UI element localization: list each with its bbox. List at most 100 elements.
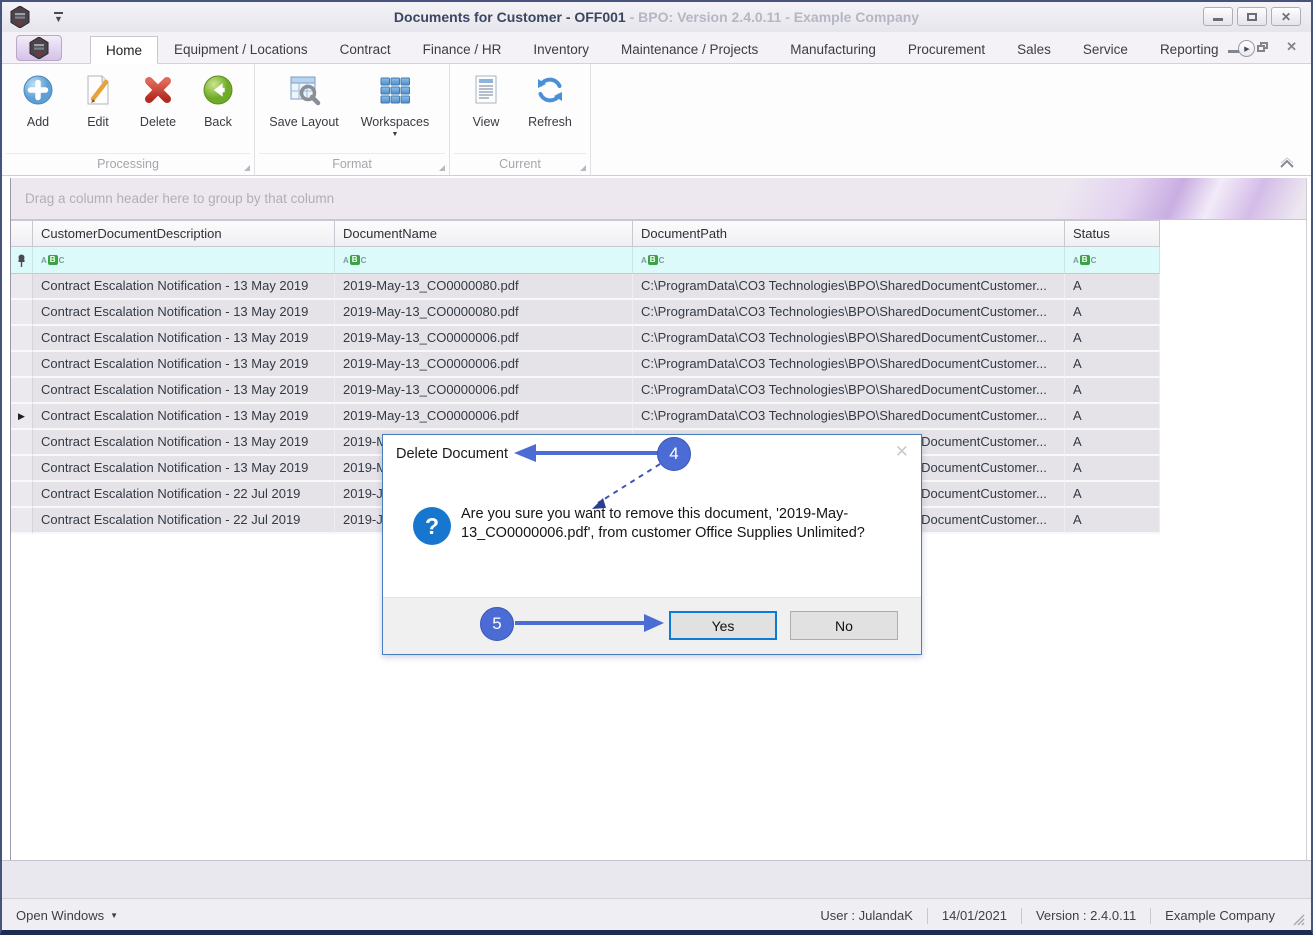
cell-documentname[interactable]: 2019-May-13_CO0000080.pdf bbox=[335, 274, 633, 300]
cell-documentname[interactable]: 2019-May-13_CO0000006.pdf bbox=[335, 378, 633, 404]
ribbon-tab[interactable]: Home bbox=[90, 36, 159, 64]
cell-status[interactable]: A bbox=[1065, 378, 1160, 404]
close-icon: ✕ bbox=[1280, 9, 1292, 24]
ribbon-tab[interactable]: Manufacturing bbox=[774, 36, 892, 63]
tab-label: Reporting bbox=[1159, 42, 1219, 57]
cell-description[interactable]: Contract Escalation Notification - 13 Ma… bbox=[33, 404, 335, 430]
refresh-button[interactable]: Refresh bbox=[520, 69, 580, 153]
cell-documentpath[interactable]: C:\ProgramData\CO3 Technologies\BPO\Shar… bbox=[633, 300, 1065, 326]
cell-description[interactable]: Contract Escalation Notification - 22 Ju… bbox=[33, 482, 335, 508]
delete-button[interactable]: Delete bbox=[132, 69, 184, 153]
cell-status[interactable]: A bbox=[1065, 508, 1160, 534]
edit-button[interactable]: Edit bbox=[72, 69, 124, 153]
table-row[interactable]: Contract Escalation Notification - 13 Ma… bbox=[11, 274, 1160, 300]
save-layout-button[interactable]: Save Layout bbox=[265, 69, 343, 153]
dialog-close-icon[interactable]: ✕ bbox=[895, 442, 909, 462]
filter-input-description[interactable]: ABC bbox=[33, 247, 335, 274]
column-header-customerdocumentdescription[interactable]: CustomerDocumentDescription bbox=[33, 220, 335, 247]
minimize-icon bbox=[1228, 49, 1240, 53]
view-button[interactable]: View bbox=[460, 69, 512, 153]
child-minimize-button[interactable] bbox=[1228, 40, 1240, 54]
cell-description[interactable]: Contract Escalation Notification - 13 Ma… bbox=[33, 378, 335, 404]
cell-documentpath[interactable]: C:\ProgramData\CO3 Technologies\BPO\Shar… bbox=[633, 326, 1065, 352]
ribbon-tab[interactable]: Reporting bbox=[1144, 36, 1235, 63]
resize-grip-icon[interactable] bbox=[1292, 913, 1305, 926]
yes-button[interactable]: Yes bbox=[669, 611, 777, 640]
child-close-button[interactable]: ✕ bbox=[1286, 39, 1297, 54]
cell-status[interactable]: A bbox=[1065, 404, 1160, 430]
column-header-status[interactable]: Status bbox=[1065, 220, 1160, 247]
cell-documentpath[interactable]: C:\ProgramData\CO3 Technologies\BPO\Shar… bbox=[633, 404, 1065, 430]
tab-label: Procurement bbox=[907, 42, 986, 57]
add-icon bbox=[23, 75, 53, 105]
cell-description[interactable]: Contract Escalation Notification - 13 Ma… bbox=[33, 300, 335, 326]
status-date: 14/01/2021 bbox=[941, 908, 1007, 923]
filter-input-documentname[interactable]: ABC bbox=[335, 247, 633, 274]
cell-status[interactable]: A bbox=[1065, 456, 1160, 482]
cell-status[interactable]: A bbox=[1065, 482, 1160, 508]
cell-documentname[interactable]: 2019-May-13_CO0000006.pdf bbox=[335, 326, 633, 352]
cell-description[interactable]: Contract Escalation Notification - 13 Ma… bbox=[33, 456, 335, 482]
filter-input-status[interactable]: ABC bbox=[1065, 247, 1160, 274]
cell-description[interactable]: Contract Escalation Notification - 13 Ma… bbox=[33, 430, 335, 456]
ribbon-tabs: Home Equipment / Locations Contract Fina… bbox=[90, 36, 1235, 64]
ribbon-tab[interactable]: Contract bbox=[324, 36, 407, 63]
cell-status[interactable]: A bbox=[1065, 352, 1160, 378]
table-row[interactable]: Contract Escalation Notification - 13 Ma… bbox=[11, 326, 1160, 352]
ribbon-tab[interactable]: Maintenance / Projects bbox=[605, 36, 774, 63]
ribbon-tab[interactable]: Equipment / Locations bbox=[158, 36, 324, 63]
ribbon-tab[interactable]: Service bbox=[1067, 36, 1144, 63]
cell-documentname[interactable]: 2019-May-13_CO0000080.pdf bbox=[335, 300, 633, 326]
annotation-step-5: 5 bbox=[480, 607, 514, 641]
table-row[interactable]: Contract Escalation Notification - 13 Ma… bbox=[11, 300, 1160, 326]
cell-status[interactable]: A bbox=[1065, 326, 1160, 352]
filter-input-documentpath[interactable]: ABC bbox=[633, 247, 1065, 274]
cell-description[interactable]: Contract Escalation Notification - 13 Ma… bbox=[33, 326, 335, 352]
ribbon-tab[interactable]: Finance / HR bbox=[407, 36, 518, 63]
cell-status[interactable]: A bbox=[1065, 300, 1160, 326]
column-header-documentpath[interactable]: DocumentPath bbox=[633, 220, 1065, 247]
filter-pin-cell[interactable] bbox=[11, 247, 33, 274]
ribbon: Add Edit Delete Back Processing Save Lay… bbox=[2, 64, 1311, 176]
filter-pin-icon bbox=[18, 254, 25, 267]
cell-description[interactable]: Contract Escalation Notification - 22 Ju… bbox=[33, 508, 335, 534]
cell-documentpath[interactable]: C:\ProgramData\CO3 Technologies\BPO\Shar… bbox=[633, 352, 1065, 378]
no-button[interactable]: No bbox=[790, 611, 898, 640]
add-button[interactable]: Add bbox=[12, 69, 64, 153]
minimize-button[interactable] bbox=[1203, 7, 1233, 26]
delete-document-dialog: Delete Document ✕ ? Are you sure you wan… bbox=[382, 434, 922, 655]
group-by-bar[interactable]: Drag a column header here to group by th… bbox=[11, 178, 1306, 220]
ribbon-tab-row: Home Equipment / Locations Contract Fina… bbox=[2, 32, 1311, 64]
cell-description[interactable]: Contract Escalation Notification - 13 Ma… bbox=[33, 352, 335, 378]
table-row[interactable]: Contract Escalation Notification - 13 Ma… bbox=[11, 378, 1160, 404]
table-row[interactable]: ▶ Contract Escalation Notification - 13 … bbox=[11, 404, 1160, 430]
collapse-ribbon-icon[interactable] bbox=[1279, 157, 1295, 169]
tab-label: Home bbox=[106, 42, 143, 58]
application-menu-button[interactable] bbox=[16, 35, 62, 61]
quick-access-dropdown-icon[interactable]: ▼ bbox=[54, 11, 63, 23]
cell-documentpath[interactable]: C:\ProgramData\CO3 Technologies\BPO\Shar… bbox=[633, 274, 1065, 300]
ribbon-tab[interactable]: Inventory bbox=[517, 36, 605, 63]
cell-documentpath[interactable]: C:\ProgramData\CO3 Technologies\BPO\Shar… bbox=[633, 378, 1065, 404]
row-indicator: ▶ bbox=[11, 404, 33, 430]
close-button[interactable]: ✕ bbox=[1271, 7, 1301, 26]
cell-documentname[interactable]: 2019-May-13_CO0000006.pdf bbox=[335, 404, 633, 430]
ribbon-tab[interactable]: Sales bbox=[1001, 36, 1067, 63]
status-separator bbox=[926, 907, 928, 924]
status-bar: Open Windows ▼ User : JulandaK 14/01/202… bbox=[2, 898, 1311, 930]
table-row[interactable]: Contract Escalation Notification - 13 Ma… bbox=[11, 352, 1160, 378]
back-button[interactable]: Back bbox=[192, 69, 244, 153]
maximize-button[interactable] bbox=[1237, 7, 1267, 26]
cell-status[interactable]: A bbox=[1065, 430, 1160, 456]
cell-description[interactable]: Contract Escalation Notification - 13 Ma… bbox=[33, 274, 335, 300]
ribbon-tab[interactable]: Procurement bbox=[892, 36, 1001, 63]
child-restore-button[interactable] bbox=[1257, 40, 1269, 54]
cell-documentname[interactable]: 2019-May-13_CO0000006.pdf bbox=[335, 352, 633, 378]
workspaces-button[interactable]: Workspaces ▼ bbox=[351, 69, 439, 153]
app-logo-icon bbox=[29, 37, 49, 59]
abc-filter-icon: ABC bbox=[41, 255, 65, 265]
refresh-icon bbox=[538, 77, 562, 103]
column-header-documentname[interactable]: DocumentName bbox=[335, 220, 633, 247]
open-windows-button[interactable]: Open Windows ▼ bbox=[16, 908, 118, 923]
cell-status[interactable]: A bbox=[1065, 274, 1160, 300]
